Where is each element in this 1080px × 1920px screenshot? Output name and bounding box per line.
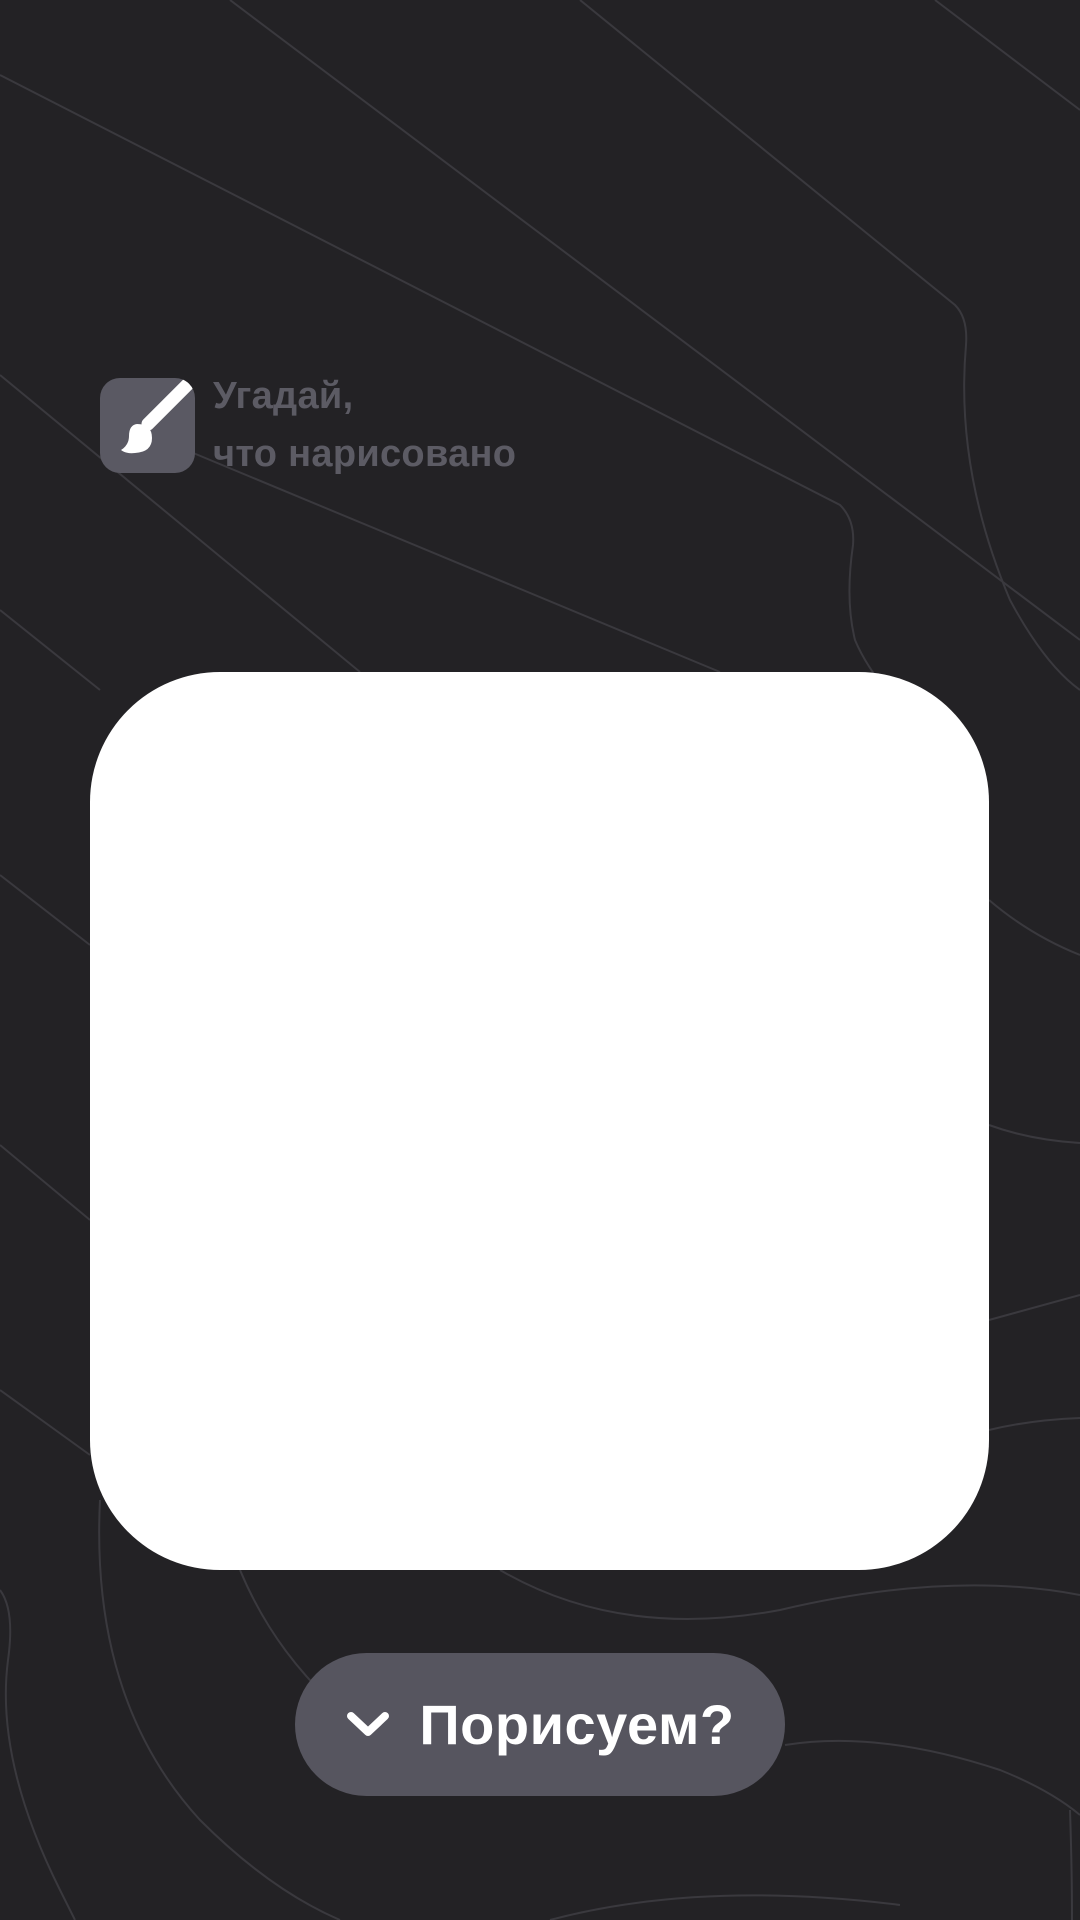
drawing-canvas[interactable] (90, 672, 989, 1570)
app-title-line-2: что нарисовано (213, 433, 517, 475)
paintbrush-icon (100, 377, 195, 473)
lets-draw-label: Порисуем? (419, 1693, 735, 1756)
chevron-down-icon (345, 1702, 391, 1748)
lets-draw-button[interactable]: Порисуем? (295, 1653, 785, 1796)
app-title-line-1: Угадай, (213, 375, 354, 417)
app-title: Угадай, что нарисовано (213, 367, 516, 483)
app-logo: Угадай, что нарисовано (100, 367, 516, 483)
